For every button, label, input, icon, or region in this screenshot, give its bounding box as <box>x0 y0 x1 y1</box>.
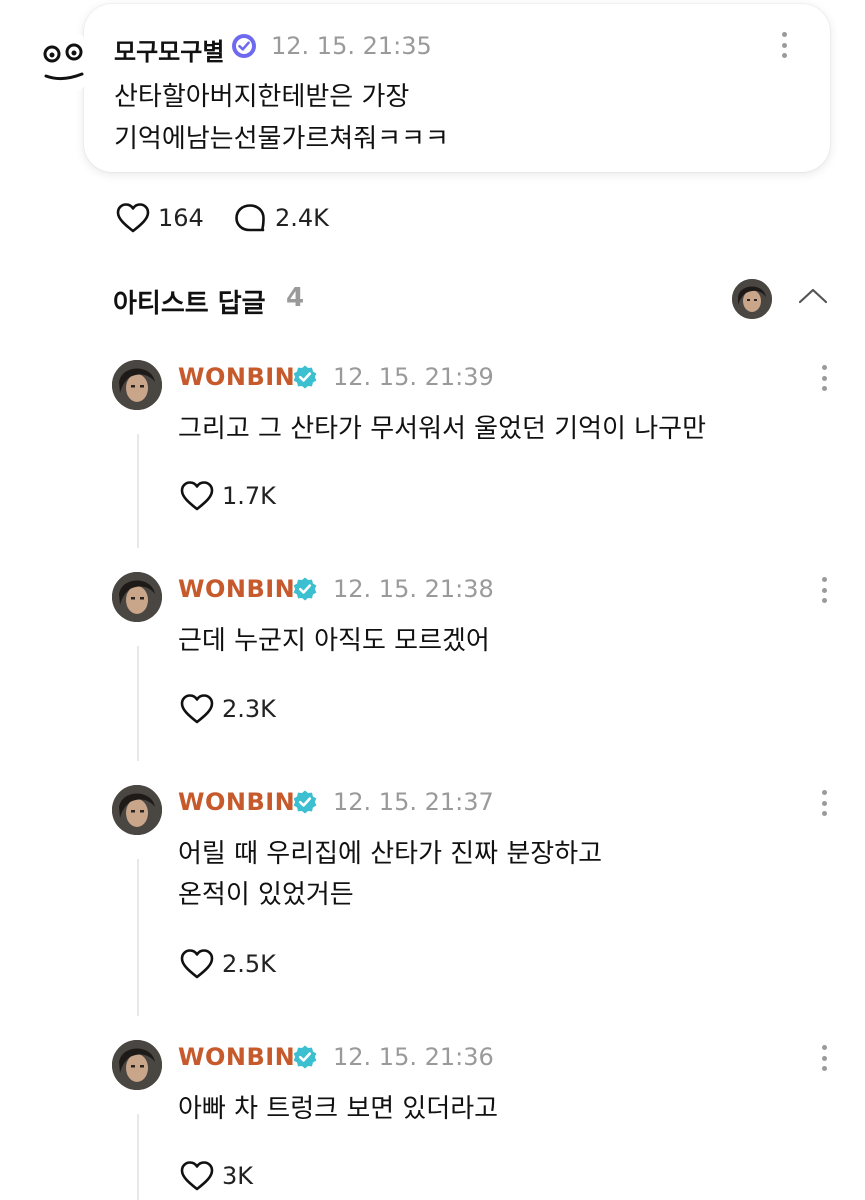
reply-more-icon[interactable] <box>812 1043 836 1073</box>
artist-name[interactable]: WONBIN <box>178 1043 295 1071</box>
verified-icon <box>292 1044 318 1070</box>
fan-post-time: 12. 15. 21:35 <box>271 32 432 60</box>
reply-time: 12. 15. 21:38 <box>333 575 494 603</box>
reply-like-count: 2.3K <box>222 695 276 723</box>
reply-text-line-1: 그리고 그 산타가 무서워서 울었던 기억이 나구만 <box>178 414 706 444</box>
reply-time: 12. 15. 21:36 <box>333 1043 494 1071</box>
artist-avatar[interactable] <box>112 572 162 622</box>
doodle-face-icon <box>43 43 84 81</box>
artist-replies-title: 아티스트 답글 <box>113 289 266 319</box>
thread-line <box>137 434 139 548</box>
reply-more-icon[interactable] <box>812 363 836 393</box>
post-comment-button[interactable]: 2.4K <box>233 202 329 234</box>
heart-icon <box>180 1161 214 1191</box>
fan-badge-icon <box>231 33 257 59</box>
comment-bubble-icon <box>235 204 265 232</box>
reply-text-line-1: 근데 누군지 아직도 모르겠어 <box>178 626 490 656</box>
verified-icon <box>292 789 318 815</box>
fan-post-text-line-2: 기억에남는선물가르쳐줘ㅋㅋㅋ <box>114 124 449 154</box>
thread-line <box>137 859 139 1016</box>
fan-post-card[interactable]: 모구모구별 12. 15. 21:35 산타할아버지한테받은 가장 기억에남는선… <box>32 4 830 172</box>
verified-icon <box>292 576 318 602</box>
reply-more-icon[interactable] <box>812 575 836 605</box>
artist-name[interactable]: WONBIN <box>178 363 295 391</box>
heart-icon <box>180 949 214 979</box>
artist-avatar-small[interactable] <box>732 279 772 319</box>
reply-like-count: 3K <box>222 1162 254 1190</box>
fan-name[interactable]: 모구모구별 <box>114 32 224 67</box>
reply-time: 12. 15. 21:37 <box>333 788 494 816</box>
reply-text-line-1: 어릴 때 우리집에 산타가 진짜 분장하고 <box>178 839 603 869</box>
post-comment-count: 2.4K <box>275 204 329 232</box>
artist-avatar[interactable] <box>112 1040 162 1090</box>
artist-name[interactable]: WONBIN <box>178 788 295 816</box>
fan-avatar[interactable] <box>32 30 96 94</box>
post-more-icon[interactable] <box>772 30 796 60</box>
reply-text-line-2: 온적이 있었거든 <box>178 880 354 910</box>
fan-post-text-line-1: 산타할아버지한테받은 가장 <box>114 82 410 112</box>
reply-like-count: 1.7K <box>222 482 276 510</box>
reply-like-button[interactable]: 3K <box>180 1160 253 1192</box>
reply-time: 12. 15. 21:39 <box>333 363 494 391</box>
thread-line <box>137 1114 139 1200</box>
verified-icon <box>292 364 318 390</box>
artist-avatar[interactable] <box>112 360 162 410</box>
artist-replies-count: 4 <box>286 283 305 313</box>
reply-like-count: 2.5K <box>222 950 276 978</box>
post-like-count: 164 <box>158 204 204 232</box>
artist-name[interactable]: WONBIN <box>178 575 295 603</box>
artist-avatar[interactable] <box>112 785 162 835</box>
heart-icon <box>116 203 150 233</box>
reply-like-button[interactable]: 1.7K <box>180 480 276 512</box>
thread-line <box>137 646 139 761</box>
reply-like-button[interactable]: 2.3K <box>180 693 276 725</box>
heart-icon <box>180 694 214 724</box>
collapse-chevron-icon[interactable] <box>798 286 828 306</box>
heart-icon <box>180 481 214 511</box>
reply-like-button[interactable]: 2.5K <box>180 948 276 980</box>
reply-text-line-1: 아빠 차 트렁크 보면 있더라고 <box>178 1094 499 1124</box>
reply-more-icon[interactable] <box>812 788 836 818</box>
post-like-button[interactable]: 164 <box>116 202 204 234</box>
